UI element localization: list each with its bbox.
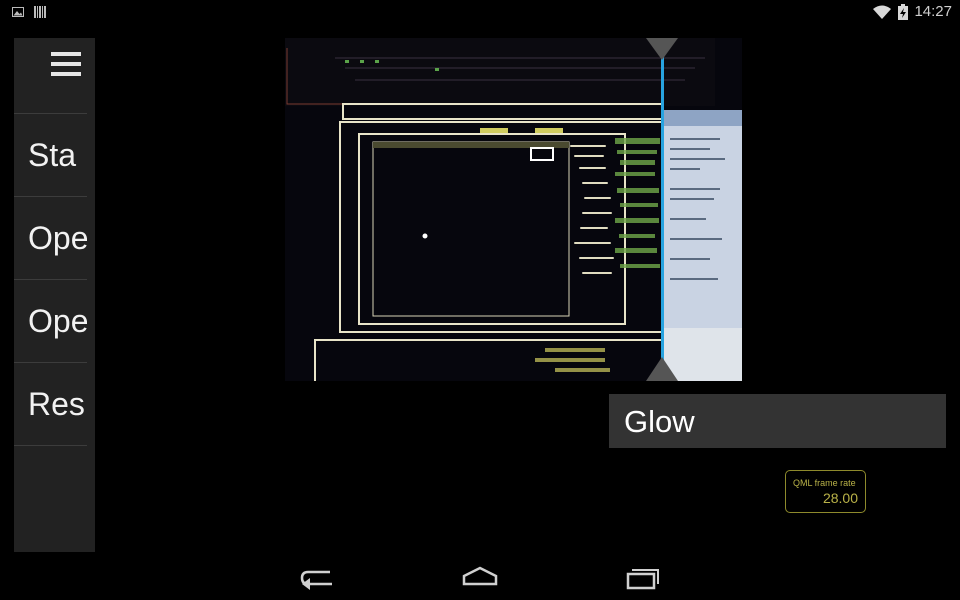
effect-split-divider[interactable] (661, 56, 664, 374)
menu-item-start[interactable]: Sta (14, 113, 87, 196)
menu-item-reset[interactable]: Res (14, 362, 87, 446)
split-handle-bottom[interactable] (646, 357, 678, 381)
menu-item-label: Sta (28, 137, 77, 173)
menu-item-label: Res (28, 386, 85, 422)
frame-rate-value: 28.00 (822, 490, 858, 506)
battery-charging-icon (898, 3, 909, 20)
clock: 14:27 (914, 3, 952, 20)
glow-preview-image (285, 38, 742, 381)
notification-icons (12, 5, 46, 19)
menu-item-open-1[interactable]: Ope (14, 196, 87, 279)
recent-apps-icon[interactable] (622, 562, 662, 592)
frame-rate-label: QML frame rate (793, 478, 856, 488)
split-handle-top[interactable] (646, 38, 678, 60)
camera-viewfinder[interactable] (285, 38, 742, 381)
side-menu: Sta Ope Ope Res (14, 38, 95, 552)
menu-item-open-2[interactable]: Ope (14, 279, 87, 362)
effect-name: Glow (624, 404, 695, 439)
menu-list: Sta Ope Ope Res (14, 113, 87, 446)
menu-item-label: Ope (28, 303, 87, 339)
back-icon[interactable] (298, 562, 338, 592)
effect-selector[interactable]: Glow (609, 394, 946, 448)
home-icon[interactable] (460, 562, 500, 592)
wifi-icon (873, 5, 892, 19)
image-notification-icon (12, 7, 24, 17)
barcode-notification-icon (34, 6, 46, 18)
menu-item-label: Ope (28, 220, 87, 256)
hamburger-menu-icon[interactable] (51, 52, 81, 78)
status-bar: 14:27 (0, 0, 960, 26)
navigation-bar (0, 552, 960, 600)
frame-rate-indicator: QML frame rate 28.00 (785, 470, 866, 513)
